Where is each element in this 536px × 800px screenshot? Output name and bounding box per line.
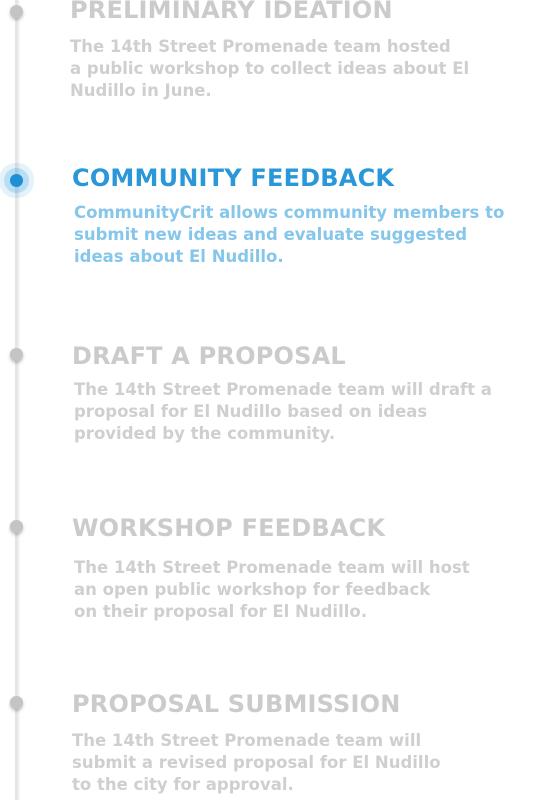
step-title: PRELIMINARY IDEATION [70, 0, 393, 24]
step-title: DRAFT A PROPOSAL [72, 342, 346, 370]
timeline-line [15, 0, 18, 800]
step-description: The 14th Street Promenade team will subm… [72, 731, 441, 794]
step-title: PROPOSAL SUBMISSION [72, 690, 401, 718]
timeline-dot-community-feedback [10, 174, 23, 187]
step-description: CommunityCrit allows community members t… [74, 203, 505, 266]
step-description: The 14th Street Promenade team will draf… [74, 380, 492, 443]
step-description: The 14th Street Promenade team will host… [74, 558, 470, 621]
timeline-dot-draft-a-proposal [10, 348, 23, 361]
timeline-step-proposal-submission: PROPOSAL SUBMISSION The 14th Street Prom… [72, 690, 526, 796]
step-title: WORKSHOP FEEDBACK [72, 514, 386, 542]
step-description: The 14th Street Promenade team hosted a … [70, 37, 470, 100]
timeline-step-draft-a-proposal: DRAFT A PROPOSAL The 14th Street Promena… [72, 342, 526, 445]
timeline-dot-workshop-feedback [10, 520, 23, 533]
timeline-step-workshop-feedback: WORKSHOP FEEDBACK The 14th Street Promen… [72, 514, 526, 623]
timeline-dot-preliminary-ideation [10, 5, 23, 18]
step-title: COMMUNITY FEEDBACK [72, 164, 395, 192]
timeline-dot-proposal-submission [10, 696, 23, 709]
timeline-step-preliminary-ideation: PRELIMINARY IDEATION The 14th Street Pro… [70, 0, 526, 102]
timeline-step-community-feedback: COMMUNITY FEEDBACK CommunityCrit allows … [72, 164, 526, 268]
